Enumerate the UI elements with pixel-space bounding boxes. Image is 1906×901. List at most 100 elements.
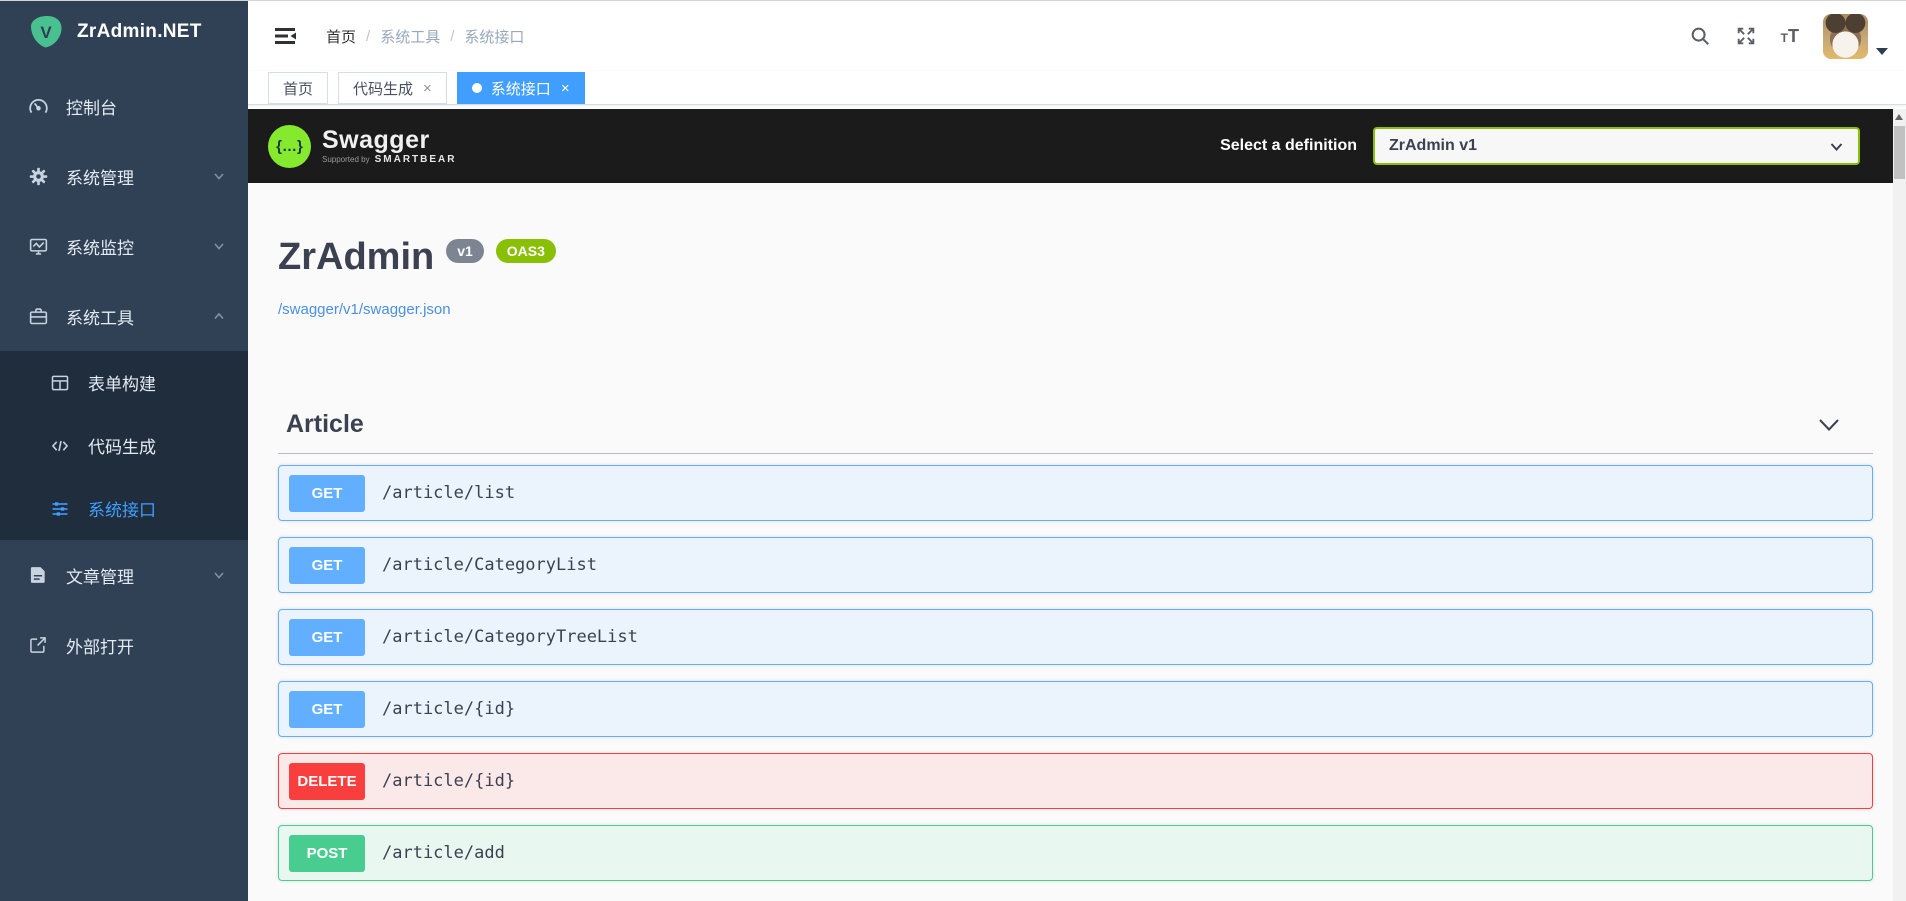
font-size-icon[interactable]: TT <box>1781 27 1799 45</box>
user-menu[interactable] <box>1823 13 1888 59</box>
sidebar-item-monitor[interactable]: 系统监控 <box>0 211 248 281</box>
sidebar-collapse-icon[interactable] <box>272 23 298 49</box>
sliders-icon <box>50 498 71 519</box>
operation-path[interactable]: /article/CategoryTreeList <box>382 627 638 647</box>
tag-name: Article <box>286 410 364 438</box>
close-icon[interactable]: × <box>561 80 570 97</box>
smartbear-label: SMARTBEAR <box>374 154 457 165</box>
gear-icon <box>28 166 49 187</box>
opblock-get-article-id[interactable]: GET /article/{id} <box>278 681 1873 737</box>
opblock-delete-article-id[interactable]: DELETE /article/{id} <box>278 753 1873 809</box>
opblock-post-article-add[interactable]: POST /article/add <box>278 825 1873 881</box>
operation-path[interactable]: /article/list <box>382 483 515 503</box>
code-icon <box>50 435 71 456</box>
sidebar-item-system[interactable]: 系统管理 <box>0 141 248 211</box>
tab-api-docs[interactable]: 系统接口 × <box>456 72 585 104</box>
sidebar-item-external[interactable]: 外部打开 <box>0 610 248 680</box>
search-icon[interactable] <box>1689 25 1711 47</box>
sidebar-item-tools[interactable]: 系统工具 <box>0 281 248 351</box>
operation-path[interactable]: /article/add <box>382 843 505 863</box>
vertical-scrollbar[interactable] <box>1893 109 1906 901</box>
chevron-down-icon <box>212 169 226 183</box>
main-area: 首页 / 系统工具 / 系统接口 TT 首页 代码生成 × 系统接口 × {…}… <box>248 1 1906 901</box>
method-badge[interactable]: GET <box>289 690 365 728</box>
sidebar-item-label: 控制台 <box>66 98 117 118</box>
sidebar: V ZrAdmin.NET 控制台 系统管理 系统监控 系统工具 表单构建 代码… <box>0 1 248 901</box>
tag-section-article: Article GET /article/list GET /article/C… <box>278 410 1873 881</box>
breadcrumb-home[interactable]: 首页 <box>326 26 356 47</box>
sidebar-item-label: 外部打开 <box>66 637 134 657</box>
external-link-icon <box>28 635 49 656</box>
top-navbar: 首页 / 系统工具 / 系统接口 TT <box>248 1 1906 71</box>
method-badge[interactable]: GET <box>289 546 365 584</box>
api-title: ZrAdmin <box>278 236 435 278</box>
sidebar-item-form-builder[interactable]: 表单构建 <box>0 351 248 414</box>
opblock-get-article-list[interactable]: GET /article/list <box>278 465 1873 521</box>
dashboard-icon <box>28 96 49 117</box>
tab-label: 首页 <box>283 80 314 98</box>
sidebar-item-label: 系统管理 <box>66 168 134 188</box>
swagger-logo-icon: {…} <box>268 124 311 168</box>
tab-home[interactable]: 首页 <box>268 72 329 104</box>
sidebar-item-api-docs[interactable]: 系统接口 <box>0 477 248 540</box>
oas-badge: OAS3 <box>495 239 556 263</box>
scrollbar-up-arrow[interactable] <box>1895 114 1903 120</box>
scrollbar-thumb[interactable] <box>1894 126 1905 179</box>
table-icon <box>50 372 71 393</box>
active-dot <box>471 83 482 93</box>
opblock-get-article-categorytreelist[interactable]: GET /article/CategoryTreeList <box>278 609 1873 665</box>
tab-code-gen[interactable]: 代码生成 × <box>338 72 447 104</box>
app-logo-icon: V <box>28 14 64 50</box>
svg-text:V: V <box>40 23 52 42</box>
api-info: ZrAdmin v1 OAS3 /swagger/v1/swagger.json <box>248 183 1893 319</box>
breadcrumb-level1: 系统工具 <box>380 28 441 46</box>
method-badge[interactable]: GET <box>289 618 365 656</box>
method-badge[interactable]: POST <box>289 834 365 872</box>
method-badge[interactable]: GET <box>289 474 365 512</box>
chevron-up-icon <box>212 309 226 323</box>
method-badge[interactable]: DELETE <box>289 762 365 800</box>
sidebar-item-label: 系统监控 <box>66 238 134 258</box>
sidebar-item-code-gen[interactable]: 代码生成 <box>0 414 248 477</box>
definition-select-group: Select a definition ZrAdmin v1 <box>1220 127 1860 165</box>
tag-header[interactable]: Article <box>278 410 1873 454</box>
document-icon <box>28 565 49 586</box>
app-logo[interactable]: V ZrAdmin.NET <box>0 1 248 63</box>
briefcase-icon <box>28 306 49 327</box>
app-title: ZrAdmin.NET <box>77 21 202 42</box>
sidebar-item-label: 系统接口 <box>88 501 156 520</box>
operation-list: GET /article/list GET /article/CategoryL… <box>278 465 1873 881</box>
sidebar-item-label: 代码生成 <box>88 438 156 457</box>
user-avatar[interactable] <box>1823 13 1868 59</box>
sidebar-submenu-tools: 表单构建 代码生成 系统接口 <box>0 351 248 540</box>
supported-by-label: Supported by <box>322 155 370 164</box>
chevron-down-icon[interactable] <box>1817 417 1841 433</box>
spec-url-link[interactable]: /swagger/v1/swagger.json <box>278 301 451 318</box>
version-badge: v1 <box>446 239 484 263</box>
close-icon[interactable]: × <box>423 80 432 97</box>
breadcrumb-separator: / <box>366 27 371 45</box>
chevron-down-icon <box>1829 139 1844 154</box>
operation-path[interactable]: /article/{id} <box>382 771 515 791</box>
chevron-down-icon <box>212 239 226 253</box>
definition-selected-value: ZrAdmin v1 <box>1389 137 1478 154</box>
opblock-get-article-categorylist[interactable]: GET /article/CategoryList <box>278 537 1873 593</box>
swagger-topbar: {…} Swagger Supported by SMARTBEAR Selec… <box>248 109 1893 183</box>
operation-path[interactable]: /article/CategoryList <box>382 555 597 575</box>
chevron-down-icon <box>212 568 226 582</box>
breadcrumb-separator: / <box>450 27 455 45</box>
sidebar-item-articles[interactable]: 文章管理 <box>0 540 248 610</box>
operation-path[interactable]: /article/{id} <box>382 699 515 719</box>
fullscreen-icon[interactable] <box>1735 25 1757 47</box>
tab-label: 系统接口 <box>490 80 551 98</box>
definition-select-label: Select a definition <box>1220 137 1357 154</box>
swagger-logo: {…} Swagger Supported by SMARTBEAR <box>268 124 457 168</box>
sidebar-item-label: 文章管理 <box>66 567 134 587</box>
tab-label: 代码生成 <box>353 80 414 98</box>
sidebar-item-dashboard[interactable]: 控制台 <box>0 71 248 141</box>
monitor-icon <box>28 236 49 257</box>
breadcrumb-level2: 系统接口 <box>464 28 525 46</box>
sidebar-item-label: 表单构建 <box>88 375 156 394</box>
caret-down-icon <box>1876 47 1888 55</box>
definition-select[interactable]: ZrAdmin v1 <box>1373 127 1860 165</box>
